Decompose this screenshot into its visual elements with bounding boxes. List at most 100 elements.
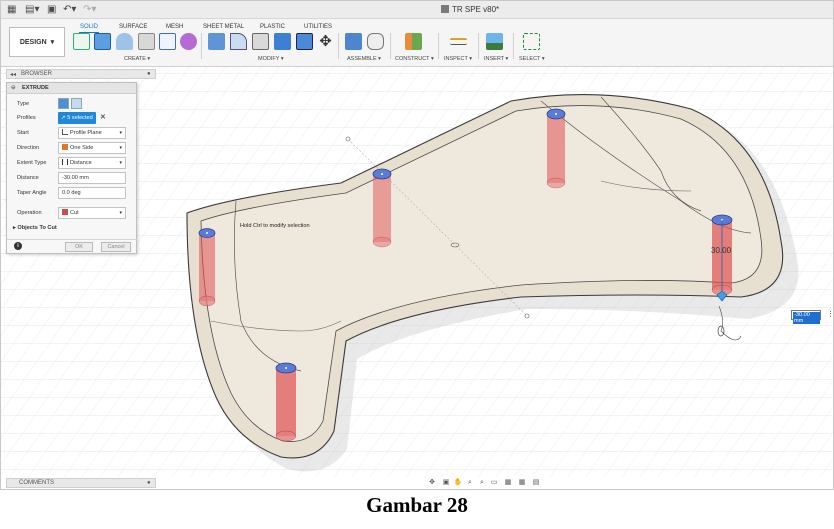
dialog-footer: i OK Cancel <box>7 239 138 253</box>
extent-type-select[interactable]: Distance ▾ <box>58 157 126 169</box>
group-assemble[interactable]: ASSEMBLE ▾ <box>347 56 381 62</box>
operation-select[interactable]: Cut ▾ <box>58 207 126 219</box>
profiles-selection-button[interactable]: ➚ 5 selected <box>58 112 96 124</box>
distance-input[interactable]: -30.00 mm <box>791 310 821 324</box>
cut-cylinder-5[interactable] <box>275 362 297 442</box>
direction-row: Direction One Side ▾ <box>7 142 138 155</box>
taper-angle-field[interactable]: 0.0 deg <box>58 187 126 199</box>
ok-button[interactable]: OK <box>65 242 93 252</box>
tab-solid[interactable]: SOLID <box>80 24 98 30</box>
distance-row: Distance -30.00 mm <box>7 172 138 185</box>
cancel-button[interactable]: Cancel <box>101 242 131 252</box>
group-insert[interactable]: INSERT ▾ <box>484 56 508 62</box>
separator <box>513 33 514 59</box>
axis-point <box>524 313 530 319</box>
thin-extrude-icon[interactable] <box>71 98 82 109</box>
tab-plastic[interactable]: PLASTIC <box>260 24 285 30</box>
move-icon[interactable]: ✥ <box>317 33 334 50</box>
insert-image-icon[interactable] <box>486 33 503 50</box>
fillet-icon[interactable] <box>230 33 247 50</box>
revolve-icon[interactable] <box>116 33 133 50</box>
measure-icon[interactable] <box>450 38 467 45</box>
pattern-icon[interactable] <box>159 33 176 50</box>
start-select[interactable]: Profile Plane ▾ <box>58 127 126 139</box>
direction-select[interactable]: One Side ▾ <box>58 142 126 154</box>
figure-caption: Gambar 28 <box>366 493 468 517</box>
separator <box>201 33 202 59</box>
one-side-icon <box>62 144 68 150</box>
tab-sheet-metal[interactable]: SHEET METAL <box>203 24 244 30</box>
select-icon[interactable] <box>523 33 540 50</box>
joint-icon[interactable] <box>367 33 384 50</box>
selection-hint: Hold Ctrl to modify selection <box>240 223 310 229</box>
cut-cylinder-3[interactable] <box>546 108 566 189</box>
extent-row: Extent Type Distance ▾ <box>7 157 138 170</box>
dimension-label: 30.00 <box>711 246 732 255</box>
separator <box>390 33 391 59</box>
title-bar: ▦ ▤▾ ▣ ↶▾ ↷▾ TR SPE v80* <box>1 1 833 19</box>
group-create[interactable]: CREATE ▾ <box>124 56 150 62</box>
press-pull-icon[interactable] <box>208 33 225 50</box>
cube-icon <box>441 5 449 13</box>
info-icon[interactable]: i <box>14 242 22 250</box>
cut-icon <box>62 209 68 215</box>
separator <box>338 33 339 59</box>
shell-icon[interactable] <box>252 33 269 50</box>
extrude-dialog: ⊖ EXTRUDE Type Profiles ➚ 5 selected ✕ S… <box>6 82 138 254</box>
profile-plane-icon <box>62 129 68 135</box>
hole-icon[interactable] <box>138 33 155 50</box>
chevron-down-icon: ▾ <box>119 210 122 216</box>
browser-panel-header[interactable]: ◂◂ BROWSER ● <box>6 69 156 79</box>
extrude-dialog-header: ⊖ EXTRUDE <box>7 83 136 94</box>
group-select[interactable]: SELECT ▾ <box>519 56 545 62</box>
chevron-right-icon: ▸ <box>13 225 16 231</box>
dialog-collapse-icon[interactable]: ⊖ <box>11 85 16 91</box>
split-body-icon[interactable] <box>296 33 313 50</box>
comments-label: COMMENTS <box>19 480 54 486</box>
viewports-icon[interactable]: ▦ <box>517 478 527 487</box>
display-settings-icon[interactable]: ▭ <box>489 478 499 487</box>
file-icon[interactable]: ▤▾ <box>25 4 39 16</box>
separator <box>438 33 439 59</box>
add-comment-icon[interactable]: ● <box>147 480 151 486</box>
pin-icon[interactable]: ● <box>147 71 151 77</box>
cut-cylinder-1[interactable] <box>198 228 216 307</box>
extrude-icon[interactable] <box>94 33 111 50</box>
group-inspect[interactable]: INSPECT ▾ <box>444 56 472 62</box>
grid-menu-icon[interactable]: ▦ <box>7 4 16 16</box>
grid-settings-icon[interactable]: ▦ <box>503 478 513 487</box>
redo-icon[interactable]: ↷▾ <box>83 4 96 16</box>
create-sketch-icon[interactable] <box>73 33 90 50</box>
tab-utilities[interactable]: UTILITIES <box>304 24 332 30</box>
new-component-icon[interactable] <box>345 33 362 50</box>
look-at-icon[interactable]: ▣ <box>441 478 451 487</box>
distance-icon <box>62 159 68 165</box>
chevron-down-icon: ▾ <box>119 145 122 151</box>
combine-icon[interactable] <box>274 33 291 50</box>
save-icon[interactable]: ▣ <box>47 4 56 16</box>
more-options-icon[interactable]: ⋮ <box>827 310 833 318</box>
workspace-switcher[interactable]: DESIGN ▾ <box>9 27 65 57</box>
tab-mesh[interactable]: MESH <box>166 24 183 30</box>
orbit-icon[interactable]: ✥ <box>427 478 437 487</box>
create-form-icon[interactable] <box>180 33 197 50</box>
browser-label: BROWSER <box>21 71 53 77</box>
offset-plane-icon[interactable] <box>405 33 422 50</box>
chevron-down-icon: ▾ <box>50 39 55 46</box>
fit-icon[interactable]: ⌕ <box>477 478 487 487</box>
group-construct[interactable]: CONSTRUCT ▾ <box>395 56 434 62</box>
tab-surface[interactable]: SURFACE <box>119 24 147 30</box>
group-modify[interactable]: MODIFY ▾ <box>258 56 284 62</box>
comments-panel-header[interactable]: COMMENTS ● <box>6 478 156 488</box>
objects-to-cut-toggle[interactable]: ▸ Objects To Cut <box>13 225 57 231</box>
solid-extrude-icon[interactable] <box>58 98 69 109</box>
collapse-icon[interactable]: ◂◂ <box>10 71 16 78</box>
taper-row: Taper Angle 0.0 deg <box>7 187 138 200</box>
zoom-icon[interactable]: ⌕ <box>465 478 475 487</box>
distance-field[interactable]: -30.00 mm <box>58 172 126 184</box>
pan-icon[interactable]: ✋ <box>453 478 463 487</box>
clear-selection-icon[interactable]: ✕ <box>100 113 106 121</box>
undo-icon[interactable]: ↶▾ <box>63 4 76 16</box>
cut-cylinder-2[interactable] <box>372 168 392 248</box>
environment-icon[interactable]: ▤ <box>531 478 541 487</box>
